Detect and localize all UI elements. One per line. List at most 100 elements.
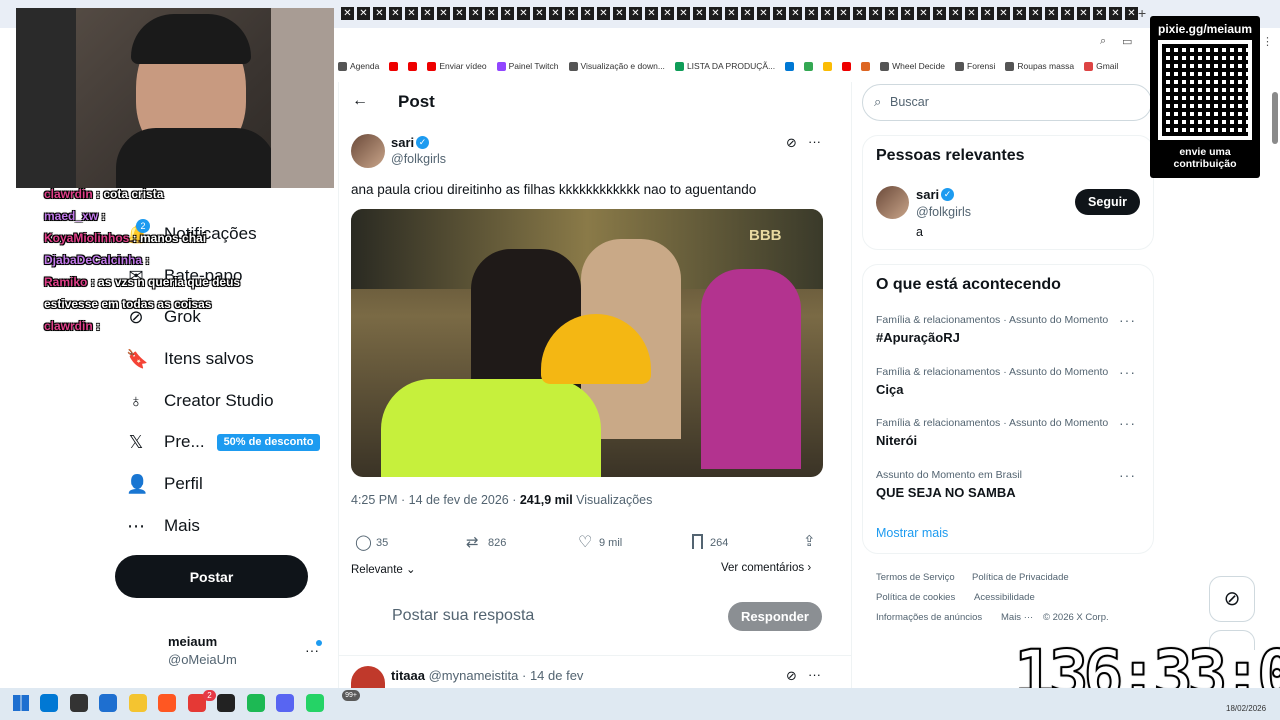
reply-more-icon[interactable]: ··· [808, 667, 821, 682]
repost-count[interactable]: 826 [488, 537, 506, 549]
tab-x-icon[interactable]: ✕ [805, 7, 818, 20]
show-more-link[interactable]: Mostrar mais [876, 526, 948, 540]
tab-x-icon[interactable]: ✕ [597, 7, 610, 20]
tab-x-icon[interactable]: ✕ [437, 7, 450, 20]
footer-link[interactable]: Política de cookies [876, 592, 955, 603]
trend-more-icon[interactable]: ··· [1119, 415, 1136, 431]
tab-x-icon[interactable]: ✕ [645, 7, 658, 20]
discord-icon[interactable] [276, 694, 294, 712]
footer-link[interactable]: Política de Privacidade [972, 572, 1069, 583]
tab-x-icon[interactable]: ✕ [949, 7, 962, 20]
bookmark-item[interactable]: Forensi [955, 61, 995, 71]
tab-x-icon[interactable]: ✕ [917, 7, 930, 20]
tab-x-icon[interactable]: ✕ [1077, 7, 1090, 20]
tab-x-icon[interactable]: ✕ [693, 7, 706, 20]
tab-x-icon[interactable]: ✕ [853, 7, 866, 20]
tab-x-icon[interactable]: ✕ [485, 7, 498, 20]
trend-more-icon[interactable]: ··· [1119, 364, 1136, 380]
reply-grok-icon[interactable]: ⊘ [786, 668, 797, 684]
sidebar-item-mais[interactable]: ⋯ Mais [126, 516, 200, 536]
tab-x-icon[interactable]: ✕ [1029, 7, 1042, 20]
tab-x-icon[interactable]: ✕ [757, 7, 770, 20]
trend-item[interactable]: Família & relacionamentos · Assunto do M… [876, 364, 1138, 397]
bookmark-item[interactable]: LISTA DA PRODUÇÃ... [674, 61, 775, 71]
tab-x-icon[interactable]: ✕ [933, 7, 946, 20]
trend-item[interactable]: Família & relacionamentos · Assunto do M… [876, 312, 1138, 345]
footer-link[interactable]: Termos de Serviço [876, 572, 955, 583]
bookmark-item[interactable] [861, 61, 871, 71]
tab-x-icon[interactable]: ✕ [629, 7, 642, 20]
comments-link[interactable]: Ver comentários › [721, 562, 811, 574]
bookmark-item[interactable] [408, 61, 418, 71]
bookmark-item[interactable] [842, 61, 852, 71]
tab-x-icon[interactable]: ✕ [885, 7, 898, 20]
cast-icon[interactable]: ▭ [1122, 35, 1132, 48]
tab-x-icon[interactable]: ✕ [389, 7, 402, 20]
more-icon[interactable]: ··· [808, 134, 821, 149]
tab-x-icon[interactable]: ✕ [821, 7, 834, 20]
reply-count[interactable]: 35 [376, 537, 388, 549]
search-input[interactable]: Buscar [890, 95, 929, 109]
tab-x-icon[interactable]: ✕ [469, 7, 482, 20]
file-explorer-icon[interactable] [128, 694, 147, 712]
reply-input[interactable]: Postar sua resposta [392, 607, 534, 625]
bookmark-item[interactable] [785, 61, 795, 71]
tab-x-icon[interactable]: ✕ [565, 7, 578, 20]
post-image[interactable]: BBB [351, 209, 823, 477]
tab-x-icon[interactable]: ✕ [1045, 7, 1058, 20]
address-bar[interactable] [338, 28, 1280, 54]
whatsapp-icon[interactable] [305, 694, 324, 712]
tab-x-icon[interactable]: ✕ [613, 7, 626, 20]
bookmark-item[interactable]: Visualização e down... [568, 61, 665, 71]
account-name[interactable]: meiaum [168, 634, 217, 649]
start-icon[interactable] [13, 695, 29, 711]
bookmark-item[interactable]: Enviar vídeo [427, 61, 487, 71]
tab-x-icon[interactable]: ✕ [709, 7, 722, 20]
trend-item[interactable]: Assunto do Momento em Brasil QUE SEJA NO … [876, 467, 1138, 500]
tab-x-icon[interactable]: ✕ [965, 7, 978, 20]
trend-more-icon[interactable]: ··· [1119, 467, 1136, 483]
tab-x-icon[interactable]: ✕ [357, 7, 370, 20]
menu-icon[interactable]: ⋮ [1262, 35, 1273, 48]
task-view-icon[interactable] [69, 694, 88, 712]
sidebar-item-itenssalvos[interactable]: 🔖 Itens salvos [126, 349, 254, 369]
bookmark-icon[interactable] [692, 534, 703, 549]
like-icon[interactable]: ♡ [578, 532, 592, 552]
post-handle[interactable]: @folkgirls [391, 152, 446, 166]
footer-link[interactable]: Acessibilidade [974, 592, 1035, 603]
new-tab-icon[interactable]: + [1138, 5, 1146, 21]
bookmark-item[interactable] [804, 61, 814, 71]
tab-x-icon[interactable]: ✕ [997, 7, 1010, 20]
search-icon[interactable] [40, 694, 58, 712]
tab-x-icon[interactable]: ✕ [1061, 7, 1074, 20]
relevant-handle[interactable]: @folkgirls [916, 205, 971, 219]
tab-x-icon[interactable]: ✕ [1109, 7, 1122, 20]
tab-x-icon[interactable]: ✕ [1125, 7, 1138, 20]
tab-x-icon[interactable]: ✕ [549, 7, 562, 20]
reply-handle[interactable]: @mynameistita [429, 668, 519, 683]
bookmark-item[interactable] [823, 61, 833, 71]
tab-x-icon[interactable]: ✕ [677, 7, 690, 20]
bookmark-item[interactable]: Wheel Decide [880, 61, 945, 71]
tab-x-icon[interactable]: ✕ [837, 7, 850, 20]
bookmark-item[interactable]: Roupas massa [1005, 61, 1074, 71]
bookmark-item[interactable] [389, 61, 399, 71]
premium-badge[interactable]: 50% de desconto [217, 434, 320, 451]
avatar[interactable] [351, 134, 385, 168]
tab-x-icon[interactable]: ✕ [901, 7, 914, 20]
tab-x-icon[interactable]: ✕ [517, 7, 530, 20]
tab-x-icon[interactable]: ✕ [869, 7, 882, 20]
sidebar-item-perfil[interactable]: 👤 Perfil [126, 474, 203, 494]
tab-x-icon[interactable]: ✕ [501, 7, 514, 20]
tab-x-icon[interactable]: ✕ [581, 7, 594, 20]
tab-x-icon[interactable]: ✕ [341, 7, 354, 20]
account-handle[interactable]: @oMeiaUm [168, 652, 237, 667]
post-author[interactable]: sari [391, 135, 414, 150]
spotify-icon[interactable] [246, 694, 265, 712]
sort-dropdown[interactable]: Relevante ⌄ [351, 562, 416, 576]
grok-icon[interactable]: ⊘ [786, 135, 797, 151]
tab-x-icon[interactable]: ✕ [789, 7, 802, 20]
footer-link[interactable]: Informações de anúncios [876, 612, 982, 623]
bookmark-item[interactable]: Agenda [338, 61, 379, 71]
share-icon[interactable]: ⇪ [803, 532, 816, 550]
